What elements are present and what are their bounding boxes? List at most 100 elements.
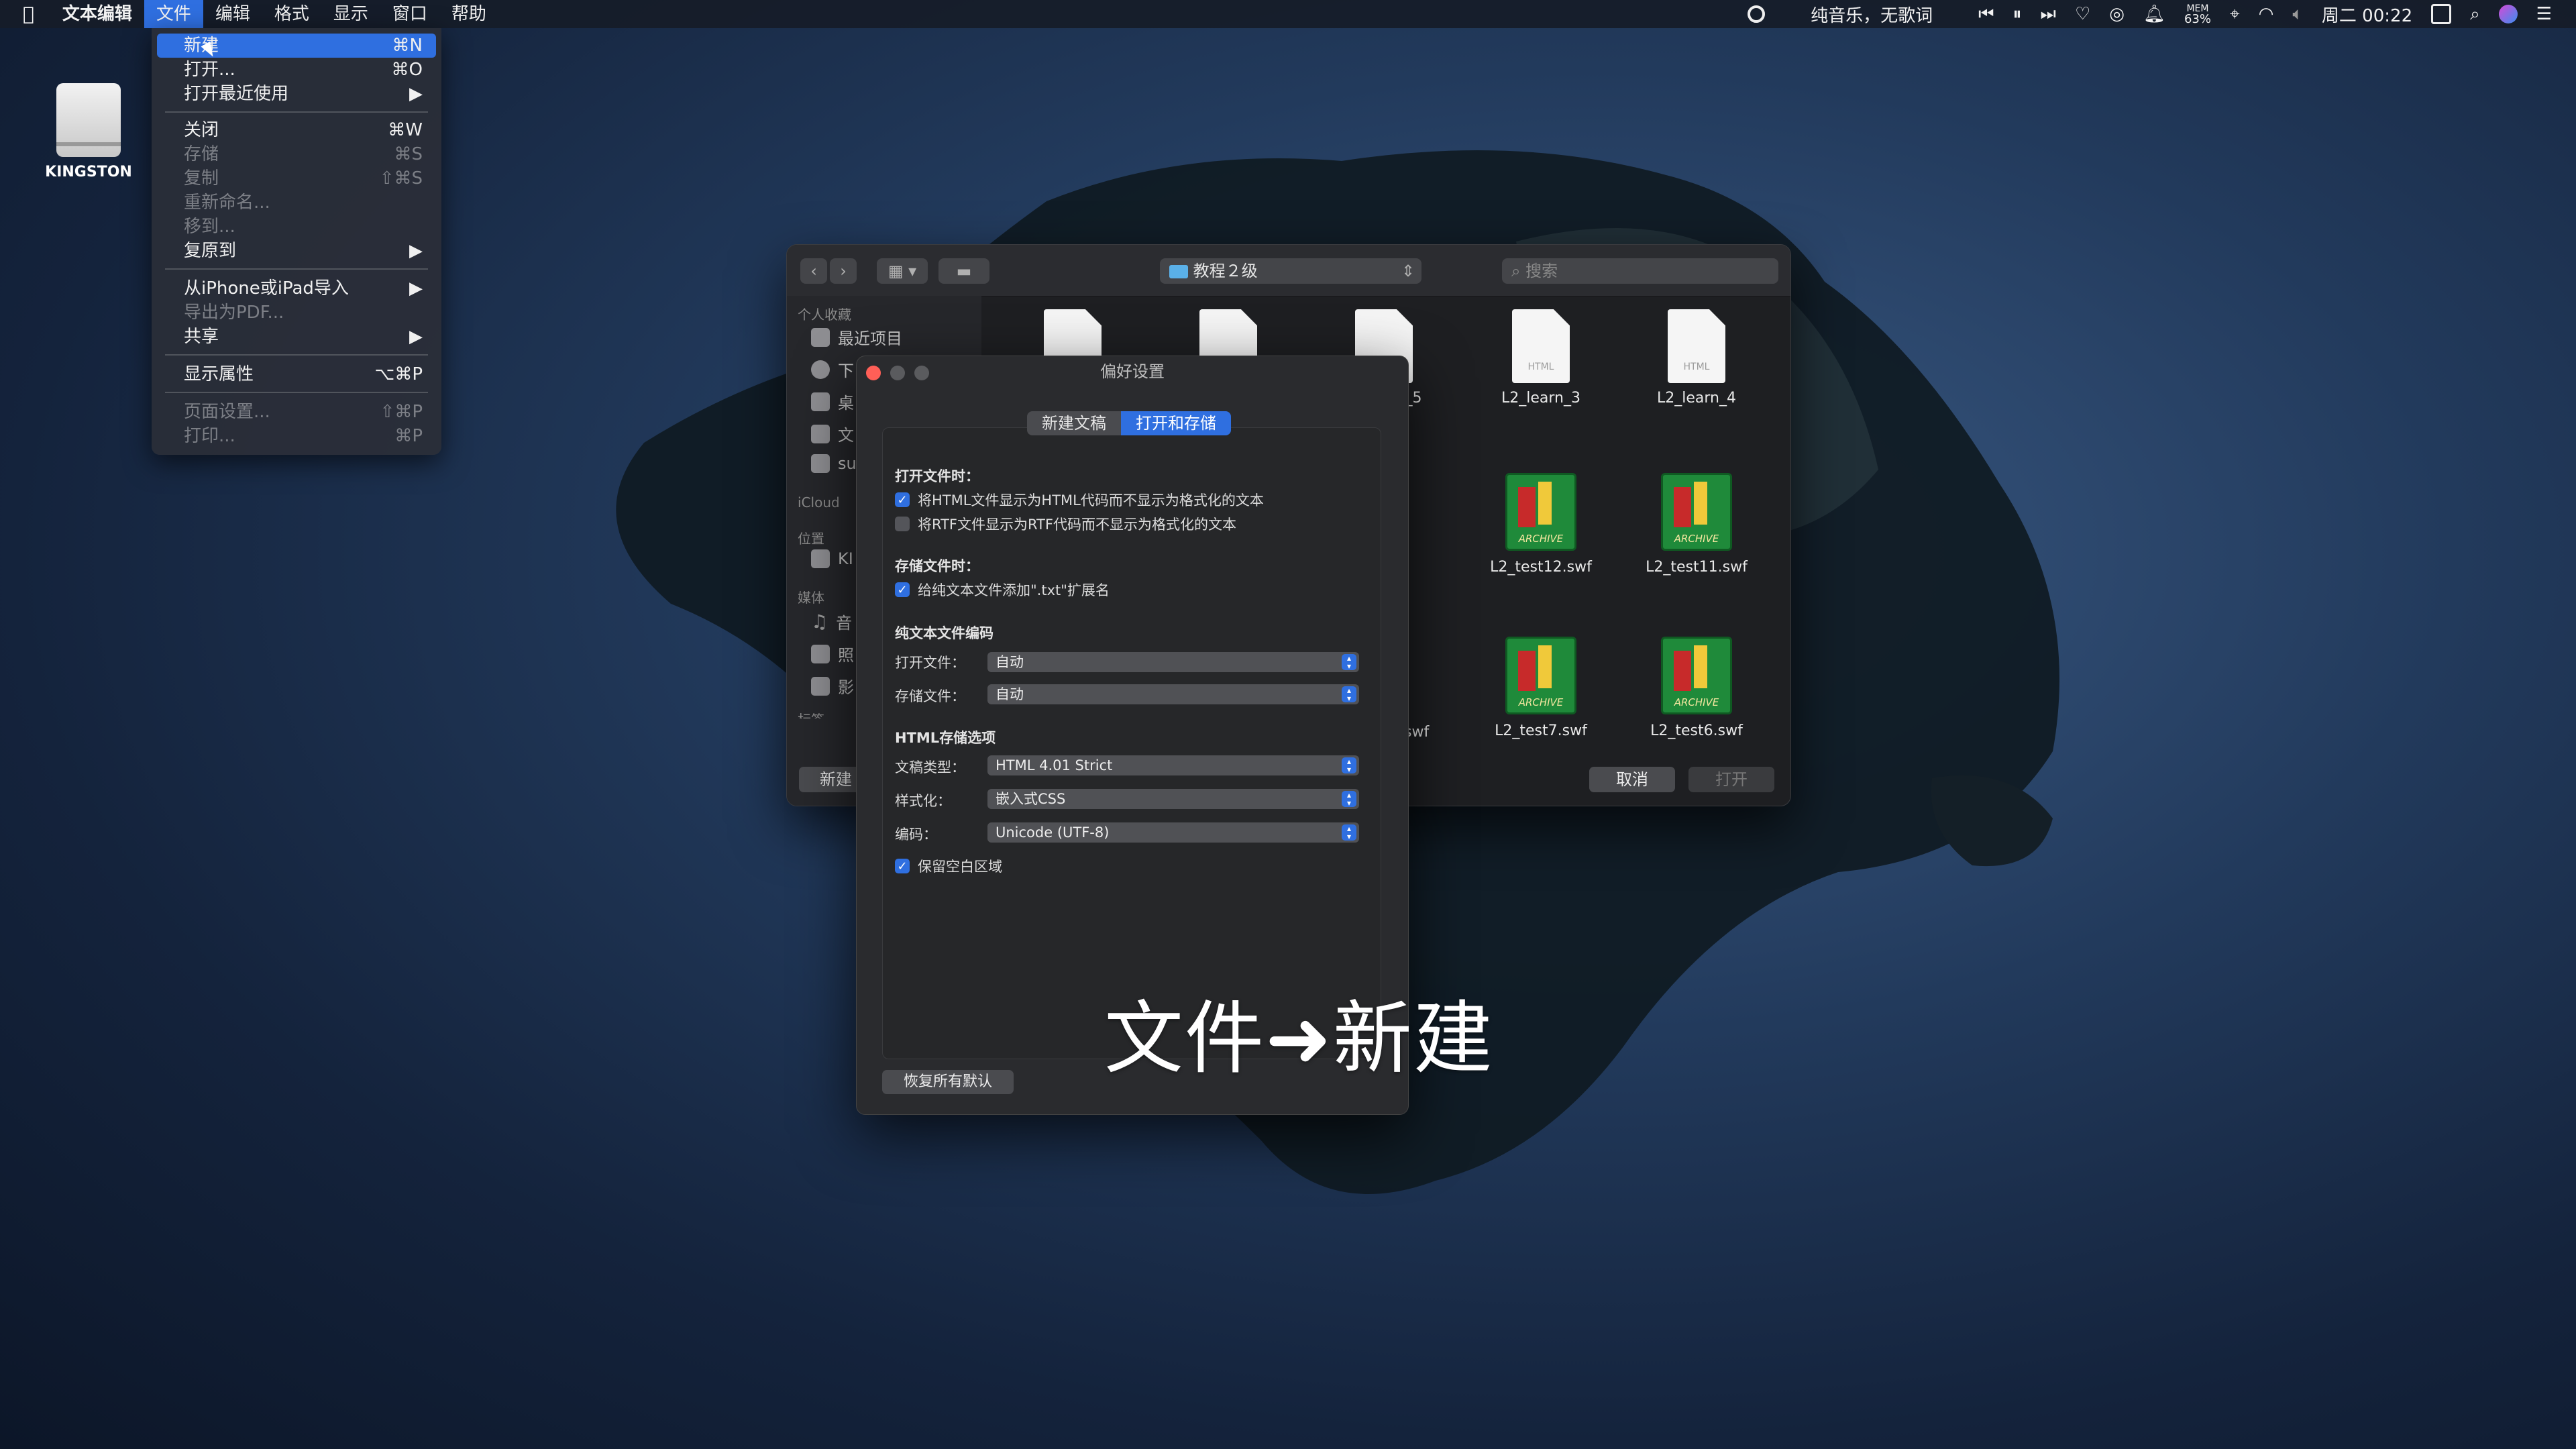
menu-item-shortcut: ⌘S: [394, 144, 423, 164]
menu-item-label: 页面设置...: [184, 402, 270, 422]
document-icon: [811, 424, 830, 443]
sidebar-item-movies[interactable]: 影: [811, 674, 854, 698]
cancel-button[interactable]: 取消: [1589, 767, 1675, 792]
sidebar-item-desktop[interactable]: 桌: [811, 390, 854, 413]
archive-tag: ARCHIVE: [1518, 696, 1564, 708]
volume-icon[interactable]: 🔈︎: [2292, 4, 2303, 25]
checkbox-add-txt-extension[interactable]: ✓ 给纯文本文件添加".txt"扩展名: [895, 580, 1110, 600]
music-app-icon[interactable]: ◎: [2109, 4, 2125, 24]
previous-track-icon[interactable]: ⏮: [1978, 4, 1994, 25]
checkbox-html-as-code[interactable]: ✓ 将HTML文件显示为HTML代码而不显示为格式化的文本: [895, 490, 1264, 510]
menu-item-revert-to[interactable]: 复原到 ▶: [157, 239, 436, 263]
file-name: L2_test11.swf: [1646, 559, 1748, 576]
encoding-select[interactable]: Unicode (UTF-8) ▴ ▾: [987, 822, 1359, 843]
submenu-arrow-icon: ▶: [409, 241, 423, 261]
menu-item-shortcut: ⌘N: [392, 36, 423, 56]
menu-view[interactable]: 显示: [321, 0, 380, 28]
sidebar-item-music[interactable]: ♫ 音: [811, 610, 852, 633]
menu-item-show-properties[interactable]: 显示属性 ⌥⌘P: [157, 362, 436, 386]
sidebar-item-documents[interactable]: 文: [811, 422, 854, 445]
next-track-icon[interactable]: ⏭: [2041, 4, 2056, 25]
checkbox-rtf-as-code[interactable]: 将RTF文件显示为RTF代码而不显示为格式化的文本: [895, 514, 1236, 534]
menu-item-close[interactable]: 关闭 ⌘W: [157, 118, 436, 142]
file-name: L2_test6.swf: [1650, 722, 1743, 739]
sidebar-header-tags: 标签: [798, 709, 824, 718]
encoding-label: 编码：: [895, 826, 937, 843]
sidebar-item-kingston[interactable]: KI: [811, 549, 853, 568]
notification-bell-icon[interactable]: 🔔︎: [2143, 4, 2165, 24]
save-file-encoding-select[interactable]: 自动 ▴ ▾: [987, 684, 1359, 704]
notification-center-icon[interactable]: ☰: [2536, 4, 2552, 24]
html-document-icon: HTML: [1512, 309, 1570, 383]
menu-item-open-recent[interactable]: 打开最近使用 ▶: [157, 82, 436, 106]
checkmark-icon: ✓: [895, 582, 910, 597]
home-icon: [811, 454, 830, 473]
new-folder-toolbar-button[interactable]: ▬: [938, 258, 989, 284]
tab-new-document[interactable]: 新建文稿: [1027, 411, 1121, 435]
sidebar-item-home[interactable]: su: [811, 454, 857, 473]
style-select[interactable]: 嵌入式CSS ▴ ▾: [987, 789, 1359, 809]
file-item-l2-test12[interactable]: ARCHIVE L2_test12.swf: [1474, 473, 1608, 576]
sidebar-item-label: KI: [838, 549, 853, 568]
memory-indicator[interactable]: MEM 63%: [2184, 4, 2211, 25]
desktop-disk-kingston[interactable]: KINGSTON: [43, 83, 134, 180]
music-note-icon: ♫: [811, 610, 828, 633]
view-mode-button[interactable]: ▦ ▾: [877, 258, 928, 284]
network-icon[interactable]: ⌖: [2230, 4, 2240, 25]
pause-icon[interactable]: ⏸: [2013, 4, 2022, 25]
menu-item-duplicate: 复制 ⇧⌘S: [157, 166, 436, 191]
file-item-l2-test6[interactable]: ARCHIVE L2_test6.swf: [1629, 637, 1764, 739]
back-button[interactable]: ‹: [800, 258, 827, 284]
menu-item-export-pdf: 导出为PDF...: [157, 301, 436, 325]
menu-bar:  文本编辑 文件 编辑 格式 显示 窗口 帮助 纯音乐，无歌词 ⏮ ⏸ ⏭ ♡…: [0, 0, 2576, 28]
sidebar-item-downloads[interactable]: 下: [811, 358, 854, 381]
menu-item-new[interactable]: 新建 ⌘N: [157, 34, 436, 58]
forward-button[interactable]: ›: [830, 258, 857, 284]
menu-format[interactable]: 格式: [262, 0, 321, 28]
menu-item-label: 从iPhone或iPad导入: [184, 278, 349, 299]
checkbox-preserve-whitespace[interactable]: ✓ 保留空白区域: [895, 856, 1002, 876]
section-html-header: HTML存储选项: [895, 730, 996, 746]
menu-item-shortcut: ⌥⌘P: [374, 364, 423, 384]
menu-window[interactable]: 窗口: [380, 0, 439, 28]
open-file-encoding-select[interactable]: 自动 ▴ ▾: [987, 652, 1359, 672]
menu-item-move-to: 移到...: [157, 215, 436, 239]
spotlight-search-icon[interactable]: ⌕: [2470, 4, 2480, 25]
search-field[interactable]: ⌕ 搜索: [1502, 258, 1778, 284]
menu-help[interactable]: 帮助: [439, 0, 498, 28]
siri-icon[interactable]: [2498, 5, 2518, 23]
clock[interactable]: 周二 00:22: [2322, 2, 2412, 27]
sidebar-item-recents[interactable]: 最近项目: [811, 325, 902, 349]
menu-item-label: 移到...: [184, 217, 235, 237]
external-disk-icon: [56, 83, 121, 157]
tab-open-and-save[interactable]: 打开和存储: [1121, 411, 1231, 435]
input-method-icon[interactable]: [2431, 4, 2452, 24]
menu-item-open[interactable]: 打开... ⌘O: [157, 58, 436, 82]
file-item-l2-test7[interactable]: ARCHIVE L2_test7.swf: [1474, 637, 1608, 739]
file-name: L2_learn_4: [1657, 390, 1736, 407]
file-item-l2-test11[interactable]: ARCHIVE L2_test11.swf: [1629, 473, 1764, 576]
camera-icon: [811, 644, 830, 663]
file-item-l2-learn-3[interactable]: HTML L2_learn_3: [1474, 309, 1608, 407]
wifi-icon[interactable]: ◠: [2259, 4, 2274, 24]
sidebar-item-label: 最近项目: [838, 329, 902, 348]
search-placeholder: 搜索: [1525, 262, 1558, 280]
heart-icon[interactable]: ♡: [2075, 4, 2090, 24]
menu-item-import-from-iphone[interactable]: 从iPhone或iPad导入 ▶: [157, 276, 436, 301]
location-popup[interactable]: 教程２级 ⇕: [1160, 258, 1421, 284]
doc-type-select[interactable]: HTML 4.01 Strict ▴ ▾: [987, 755, 1359, 775]
app-menu[interactable]: 文本编辑: [50, 0, 144, 28]
grid-view-icon: ▦ ▾: [888, 262, 917, 280]
section-encoding-header: 纯文本文件编码: [895, 625, 994, 641]
menu-file[interactable]: 文件: [144, 0, 203, 28]
record-icon[interactable]: [1748, 5, 1766, 23]
menu-item-share[interactable]: 共享 ▶: [157, 325, 436, 349]
section-open-header: 打开文件时：: [895, 468, 979, 484]
apple-menu-icon[interactable]: : [0, 0, 50, 28]
restore-defaults-button[interactable]: 恢复所有默认: [882, 1070, 1014, 1094]
sidebar-item-photos[interactable]: 照: [811, 642, 854, 665]
folder-icon: [1169, 265, 1188, 278]
now-playing-text[interactable]: 纯音乐，无歌词: [1811, 2, 1933, 27]
menu-edit[interactable]: 编辑: [203, 0, 262, 28]
file-item-l2-learn-4[interactable]: HTML L2_learn_4: [1629, 309, 1764, 407]
